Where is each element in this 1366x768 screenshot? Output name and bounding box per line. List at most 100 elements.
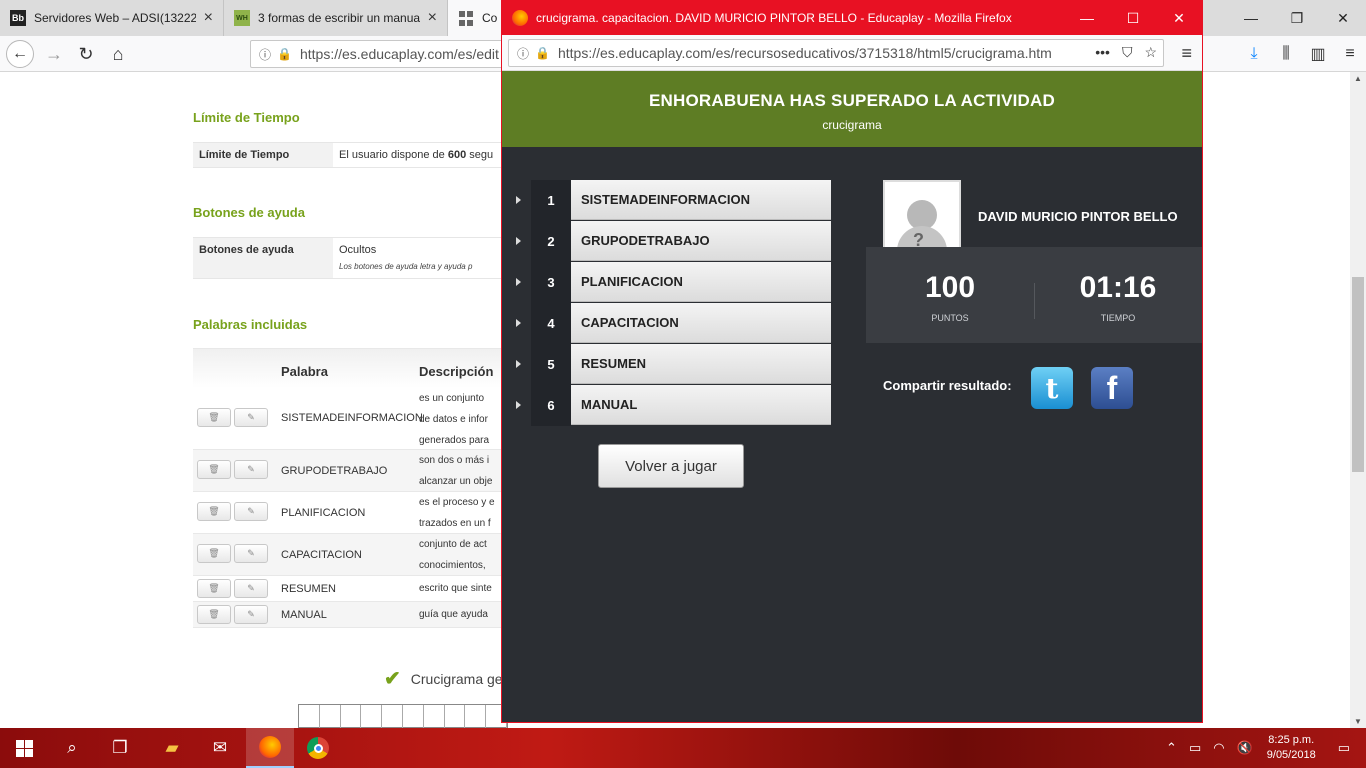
firefox-taskbar-icon[interactable] — [246, 728, 294, 768]
word-cell: SISTEMADEINFORMACION — [281, 412, 423, 424]
clock-date: 9/05/2018 — [1266, 749, 1316, 761]
close-icon[interactable]: ✕ — [1320, 0, 1366, 36]
tab-title: Cor — [482, 11, 497, 25]
answer-item[interactable]: 4 CAPACITACION — [512, 303, 832, 344]
answer-item[interactable]: 2 GRUPODETRABAJO — [512, 221, 832, 262]
page-scrollbar[interactable]: ▲ ▼ — [1350, 72, 1366, 728]
taskbar: ⌕ ❐ ▰ ✉ ⌃ ▭ ◠ 🔇 8:25 p.m. 9/05/2018 ▭ — [0, 728, 1366, 768]
edit-icon[interactable]: ✎ — [234, 605, 268, 624]
edit-icon[interactable]: ✎ — [234, 544, 268, 563]
scrollbar-thumb[interactable] — [1352, 277, 1364, 472]
answer-number: 2 — [531, 221, 571, 262]
score-panel: 100 PUNTOS 01:16 TIEMPO — [866, 247, 1202, 343]
help-buttons-note: Los botones de ayuda letra y ayuda p — [339, 262, 473, 271]
scroll-down-icon[interactable]: ▼ — [1350, 717, 1366, 726]
edit-icon[interactable]: ✎ — [234, 502, 268, 521]
start-button[interactable] — [0, 728, 48, 768]
tab-title: Servidores Web – ADSI(1322289 — [34, 11, 196, 25]
volume-muted-icon[interactable]: 🔇 — [1237, 740, 1253, 756]
banner-subtitle: crucigrama — [822, 118, 882, 132]
answer-number: 5 — [531, 344, 571, 385]
chevron-up-icon[interactable]: ⌃ — [1166, 740, 1177, 756]
answer-number: 6 — [531, 385, 571, 426]
library-icon[interactable]: ⫼ — [1270, 45, 1302, 63]
expand-arrow-icon[interactable] — [516, 360, 521, 368]
info-icon[interactable]: ⓘ — [259, 46, 271, 63]
answer-item[interactable]: 6 MANUAL — [512, 385, 832, 426]
mail-icon[interactable]: ✉ — [196, 728, 244, 768]
words-title: Palabras incluidas — [193, 317, 308, 332]
task-view-icon[interactable]: ❐ — [96, 728, 144, 768]
replay-button[interactable]: Volver a jugar — [598, 444, 744, 488]
windows-icon — [15, 739, 33, 757]
battery-icon[interactable]: ▭ — [1189, 740, 1201, 756]
delete-icon[interactable]: 🗑 — [197, 544, 231, 563]
home-button[interactable]: ⌂ — [104, 40, 132, 68]
minimize-icon[interactable]: — — [1064, 1, 1110, 35]
restore-icon[interactable]: ❐ — [1274, 0, 1320, 36]
edit-icon[interactable]: ✎ — [234, 579, 268, 598]
answer-item[interactable]: 3 PLANIFICACION — [512, 262, 832, 303]
close-tab-icon[interactable]: × — [204, 9, 213, 27]
result-banner: ENHORABUENA HAS SUPERADO LA ACTIVIDAD cr… — [502, 71, 1202, 147]
delete-icon[interactable]: 🗑 — [197, 460, 231, 479]
delete-icon[interactable]: 🗑 — [197, 605, 231, 624]
answer-word: PLANIFICACION — [571, 262, 831, 302]
answer-word: MANUAL — [571, 385, 831, 425]
time-limit-title: Límite de Tiempo — [193, 110, 300, 125]
expand-arrow-icon[interactable] — [516, 319, 521, 327]
file-explorer-icon[interactable]: ▰ — [148, 728, 196, 768]
menu-icon[interactable]: ≡ — [1181, 43, 1192, 64]
sidebar-icon[interactable]: ▥ — [1302, 44, 1334, 64]
reload-button[interactable]: ↻ — [72, 40, 100, 68]
answer-word: CAPACITACION — [571, 303, 831, 343]
help-buttons-title: Botones de ayuda — [193, 205, 305, 220]
search-icon[interactable]: ⌕ — [48, 728, 96, 768]
url-text: https://es.educaplay.com/es/edit — [299, 46, 499, 62]
close-icon[interactable]: ✕ — [1156, 1, 1202, 35]
share-label: Compartir resultado: — [883, 378, 1012, 393]
expand-arrow-icon[interactable] — [516, 196, 521, 204]
wikihow-icon: WH — [234, 10, 250, 26]
download-icon[interactable]: ⤓ — [1238, 45, 1270, 63]
pocket-icon[interactable]: ⛉ — [1122, 44, 1133, 61]
expand-arrow-icon[interactable] — [516, 237, 521, 245]
minimize-icon[interactable]: — — [1228, 0, 1274, 36]
wifi-icon[interactable]: ◠ — [1213, 740, 1224, 756]
scroll-up-icon[interactable]: ▲ — [1350, 74, 1366, 83]
chrome-icon[interactable] — [294, 728, 342, 768]
answer-item[interactable]: 5 RESUMEN — [512, 344, 832, 385]
answer-word: RESUMEN — [571, 344, 831, 384]
info-icon[interactable]: ⓘ — [517, 45, 529, 62]
delete-icon[interactable]: 🗑 — [197, 579, 231, 598]
facebook-share-button[interactable]: f — [1091, 367, 1133, 409]
tab-manual[interactable]: WH 3 formas de escribir un manual × — [224, 0, 448, 36]
menu-icon[interactable]: ≡ — [1334, 45, 1366, 63]
status-text: Crucigrama ge — [410, 670, 503, 687]
table-row: 🗑 ✎ GRUPODETRABAJO son dos o más i alcanza… — [193, 450, 513, 492]
answer-word: GRUPODETRABAJO — [571, 221, 831, 261]
expand-arrow-icon[interactable] — [516, 401, 521, 409]
back-button[interactable]: ← — [6, 40, 34, 68]
answer-item[interactable]: 1 SISTEMADEINFORMACION — [512, 180, 832, 221]
delete-icon[interactable]: 🗑 — [197, 502, 231, 521]
twitter-share-button[interactable]: t — [1031, 367, 1073, 409]
description-cell: son dos o más i alcanzar un obje — [419, 455, 493, 487]
popup-url-input[interactable]: ⓘ 🔒 https://es.educaplay.com/es/recursos… — [508, 39, 1164, 67]
edit-icon[interactable]: ✎ — [234, 408, 268, 427]
tab-servidores-web[interactable]: Bb Servidores Web – ADSI(1322289 × — [0, 0, 224, 36]
close-tab-icon[interactable]: × — [428, 9, 437, 27]
edit-icon[interactable]: ✎ — [234, 460, 268, 479]
url-bar[interactable]: ⓘ 🔒 https://es.educaplay.com/es/edit — [250, 40, 510, 68]
maximize-icon[interactable]: ☐ — [1110, 1, 1156, 35]
delete-icon[interactable]: 🗑 — [197, 408, 231, 427]
popup-url-text: https://es.educaplay.com/es/recursoseduc… — [557, 45, 1052, 61]
forward-button[interactable]: → — [40, 40, 68, 68]
bookmark-star-icon[interactable]: ☆ — [1144, 44, 1157, 61]
answer-number: 1 — [531, 180, 571, 221]
clock[interactable]: 8:25 p.m. 9/05/2018 — [1267, 733, 1316, 763]
page-actions-icon[interactable]: ••• — [1095, 44, 1110, 61]
notifications-icon[interactable]: ▭ — [1338, 740, 1350, 756]
tab-current[interactable]: Cor — [448, 0, 508, 36]
expand-arrow-icon[interactable] — [516, 278, 521, 286]
